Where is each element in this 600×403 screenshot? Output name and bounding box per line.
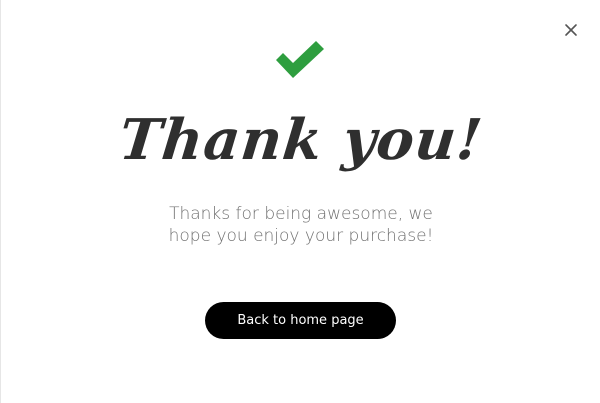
close-button[interactable] xyxy=(562,21,580,39)
back-to-home-button[interactable]: Back to home page xyxy=(205,302,396,339)
message-line-2: hope you enjoy your purchase! xyxy=(168,226,434,246)
message-line-1: Thanks for being awesome, we xyxy=(169,204,433,224)
thank-you-message: Thanks for being awesome, we hope you en… xyxy=(151,203,451,247)
close-icon xyxy=(565,24,577,36)
thank-you-dialog: Thank you! Thanks for being awesome, we … xyxy=(0,0,600,403)
page-title: Thank you! xyxy=(116,107,486,173)
checkmark-icon xyxy=(276,41,324,78)
success-check xyxy=(274,41,326,79)
